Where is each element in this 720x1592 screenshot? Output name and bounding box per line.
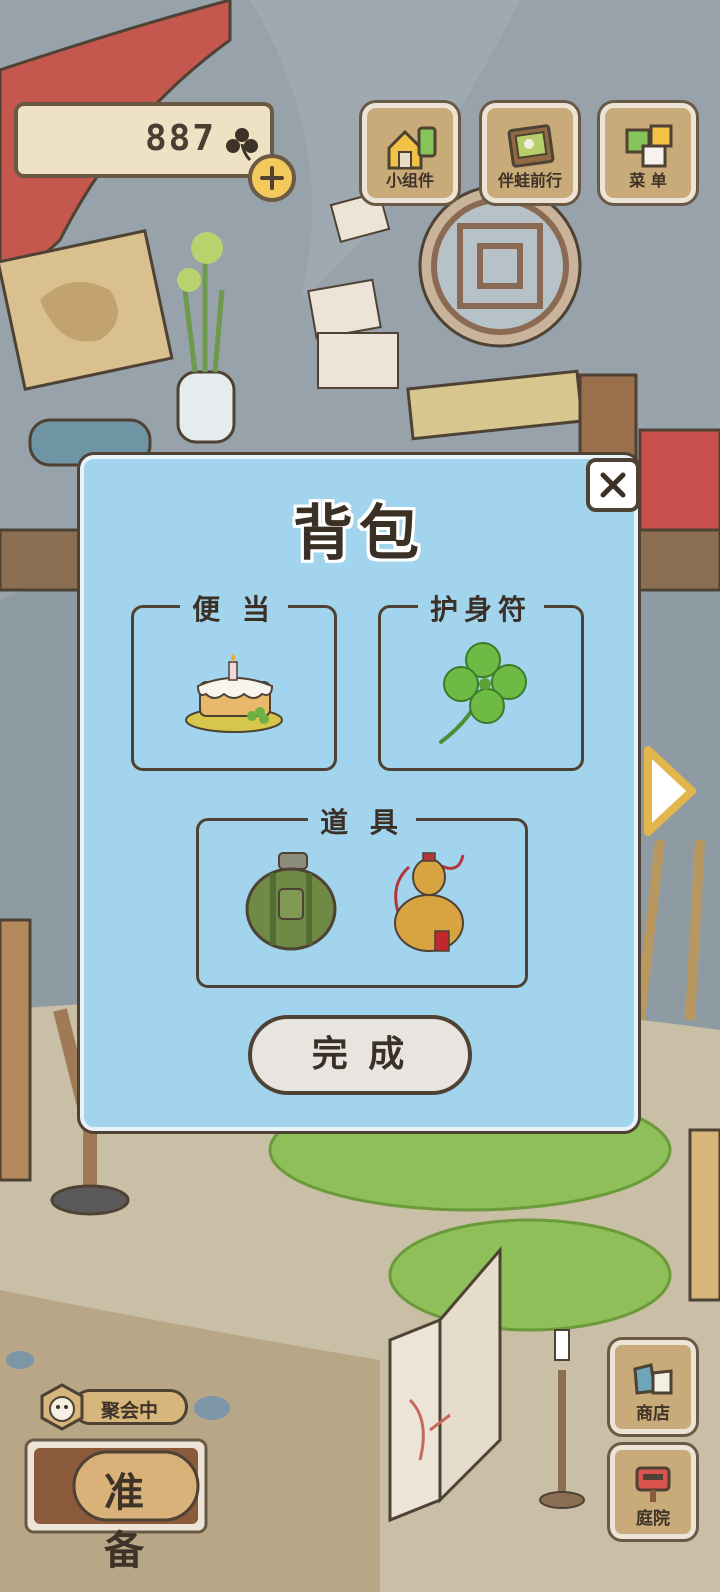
done-button-label: 完 成 (311, 1034, 409, 1075)
gourd-icon[interactable] (379, 845, 479, 953)
close-icon (600, 472, 626, 498)
prepare-button-label: 准 备 (104, 1470, 148, 1574)
mailbox-icon (635, 1466, 671, 1502)
charm-slot-label: 护身符 (417, 593, 544, 626)
widget-button[interactable]: 小组件 (362, 103, 458, 203)
party-status[interactable]: 聚会中 (38, 1383, 188, 1431)
shop-bags-icon (633, 1363, 673, 1395)
plus-icon (260, 166, 284, 190)
clover-counter: 887 (14, 102, 274, 178)
clover-icon (226, 128, 258, 162)
journey-button[interactable]: 伴蛙前行 (482, 103, 578, 203)
prepare-button[interactable]: 准 备 (24, 1438, 208, 1574)
yard-button[interactable]: 庭院 (610, 1445, 696, 1539)
frog-avatar-icon (40, 1383, 84, 1431)
photo-album-icon (507, 124, 555, 168)
widget-house-icon (387, 126, 437, 170)
party-status-label: 聚会中 (101, 1400, 159, 1422)
shop-button-label: 商店 (636, 1404, 670, 1424)
cake-icon[interactable] (184, 650, 288, 740)
menu-button[interactable]: 菜 单 (600, 103, 696, 203)
tools-slot-label: 道 具 (308, 806, 416, 839)
menu-button-label: 菜 单 (629, 171, 667, 190)
tools-slot[interactable]: 道 具 (196, 806, 528, 988)
backpack-title: 背包 (293, 499, 425, 569)
yard-button-label: 庭院 (636, 1509, 670, 1529)
next-scene-arrow[interactable] (640, 744, 700, 838)
widget-button-label: 小组件 (385, 171, 434, 190)
canteen-icon[interactable] (243, 849, 339, 953)
menu-squares-icon (625, 124, 673, 168)
add-clover-button[interactable] (248, 154, 296, 202)
four-leaf-clover-icon[interactable] (433, 638, 533, 750)
done-button[interactable]: 完 成 (248, 1015, 472, 1095)
clover-count: 887 (144, 118, 216, 159)
lunch-slot-label: 便 当 (180, 593, 288, 626)
journey-button-label: 伴蛙前行 (497, 171, 562, 190)
charm-slot[interactable]: 护身符 (378, 593, 584, 771)
shop-button[interactable]: 商店 (610, 1340, 696, 1434)
party-status-pill: 聚会中 (72, 1389, 188, 1425)
close-button[interactable] (586, 458, 640, 512)
lunch-slot[interactable]: 便 当 (131, 593, 337, 771)
